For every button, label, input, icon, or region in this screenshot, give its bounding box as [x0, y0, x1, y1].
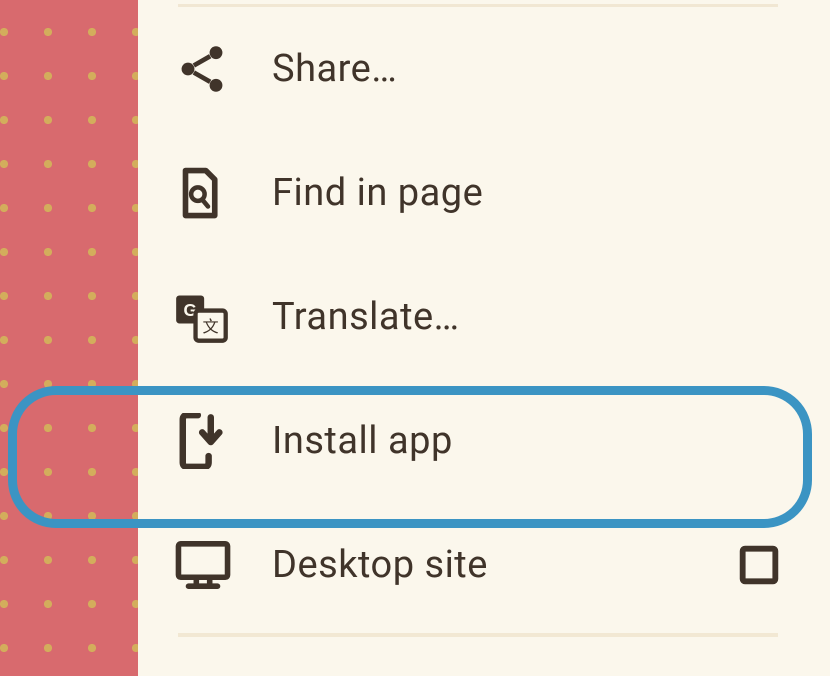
right-white-edge: [818, 0, 830, 676]
desktop-site-icon: [174, 539, 246, 591]
share-icon: [174, 41, 246, 97]
menu-item-install-app[interactable]: Install app: [138, 379, 818, 503]
menu-item-find-in-page[interactable]: Find in page: [138, 131, 818, 255]
menu-item-label: Find in page: [272, 171, 483, 215]
menu-divider-bottom: [178, 633, 778, 637]
menu-item-desktop-site[interactable]: Desktop site: [138, 503, 818, 627]
install-app-icon: [174, 413, 246, 469]
menu-item-share[interactable]: Share…: [138, 7, 818, 131]
desktop-site-checkbox[interactable]: [738, 544, 780, 586]
svg-text:文: 文: [203, 318, 219, 336]
find-in-page-icon: [174, 166, 246, 220]
browser-overflow-menu: Share… Find in page G 文 Translate…: [138, 0, 818, 676]
translate-icon: G 文: [174, 291, 246, 343]
menu-item-translate[interactable]: G 文 Translate…: [138, 255, 818, 379]
menu-item-label: Desktop site: [272, 543, 488, 587]
menu-item-label: Share…: [272, 47, 397, 91]
menu-item-label: Translate…: [272, 295, 460, 339]
menu-item-label: Install app: [272, 419, 453, 463]
